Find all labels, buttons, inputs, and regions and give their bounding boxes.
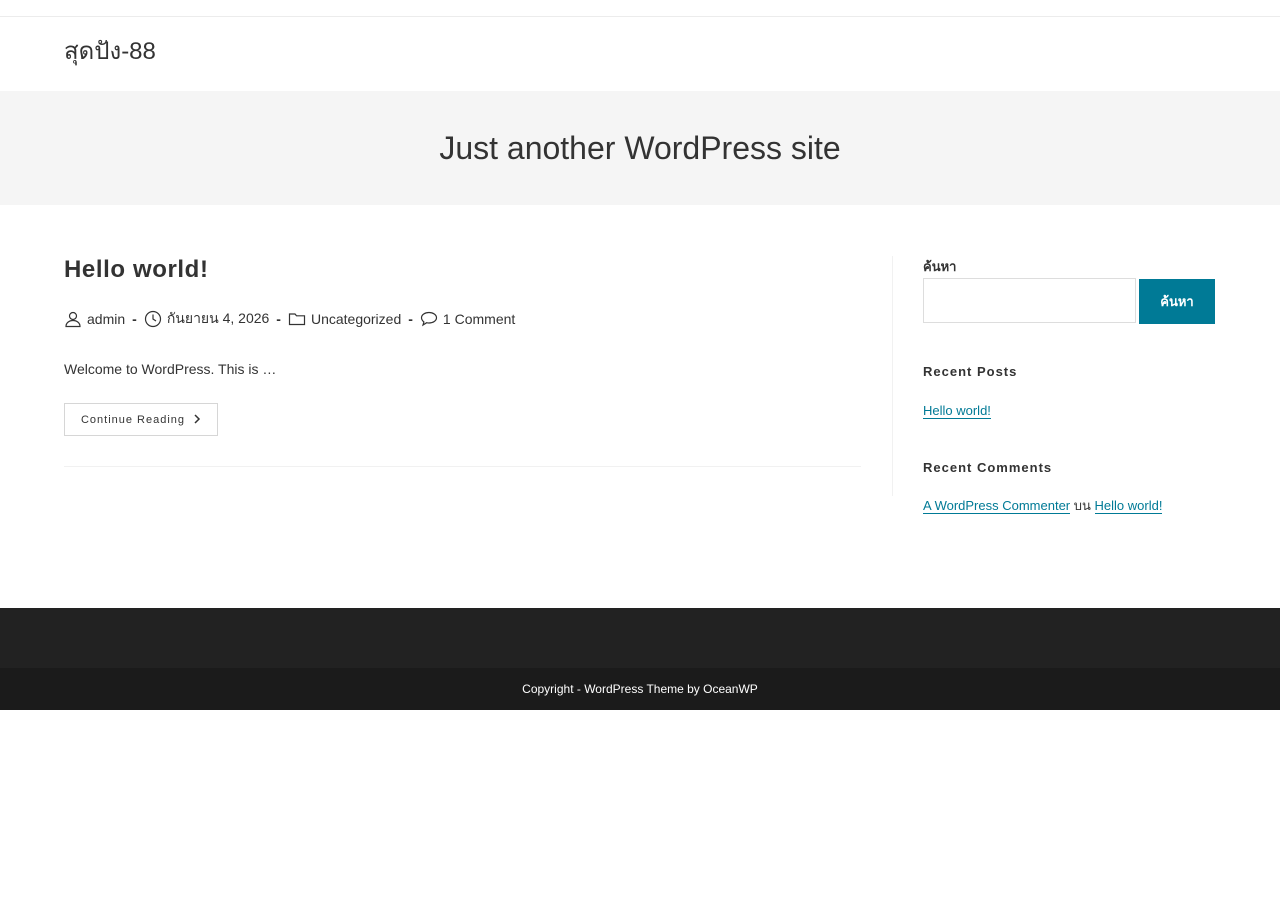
meta-separator: - [408,311,413,327]
post-excerpt: Welcome to WordPress. This is … [64,361,277,377]
site-title-link[interactable]: สุดปัง-88 [64,36,156,68]
page-header: Just another WordPress site [0,91,1280,205]
footer-bottom: Copyright - WordPress Theme by OceanWP [0,668,1280,710]
site-tagline: Just another WordPress site [439,129,841,166]
comment-connector: บน [1073,498,1091,513]
post-title-link[interactable]: Hello world! [64,254,209,286]
footer-widgets [0,608,1280,668]
recent-post-link[interactable]: Hello world! [923,403,991,419]
post-meta: admin - กันยายน 4, 2026 - Uncategorized … [64,307,515,331]
user-icon [65,311,81,328]
post-category: Uncategorized [288,310,401,328]
date-text: กันยายน 4, 2026 [166,310,270,326]
chevron-right-icon [193,413,201,426]
comments-link[interactable]: 1 Comment [443,311,515,327]
post-date: กันยายน 4, 2026 [144,308,269,330]
author-link[interactable]: admin [87,311,125,327]
recent-posts-list: Hello world! [923,402,991,420]
top-bar [0,0,1280,17]
recent-posts-title: Recent Posts [923,364,1018,379]
post-divider [64,466,861,467]
comment-post-link[interactable]: Hello world! [1094,498,1163,514]
meta-separator: - [132,311,137,327]
clock-icon [144,310,161,328]
recent-comment-item: A WordPress Commenter บน Hello world! [923,498,1163,514]
search-label: ค้นหา [923,259,957,274]
search-input[interactable] [923,278,1136,323]
sidebar-divider [892,256,893,496]
continue-reading-button[interactable]: Continue Reading [64,403,218,436]
comment-author-link[interactable]: A WordPress Commenter [923,498,1071,514]
continue-reading-label: Continue Reading [80,413,186,426]
meta-separator: - [276,311,281,327]
post-comments: 1 Comment [420,310,515,328]
search-button[interactable]: ค้นหา [1139,279,1215,324]
copyright-text: Copyright - WordPress Theme by OceanWP [522,682,758,696]
post-author: admin [64,310,125,328]
folder-icon [288,313,306,326]
comment-icon [420,311,438,327]
category-link[interactable]: Uncategorized [311,311,401,327]
recent-comments-title: Recent Comments [923,460,1053,475]
